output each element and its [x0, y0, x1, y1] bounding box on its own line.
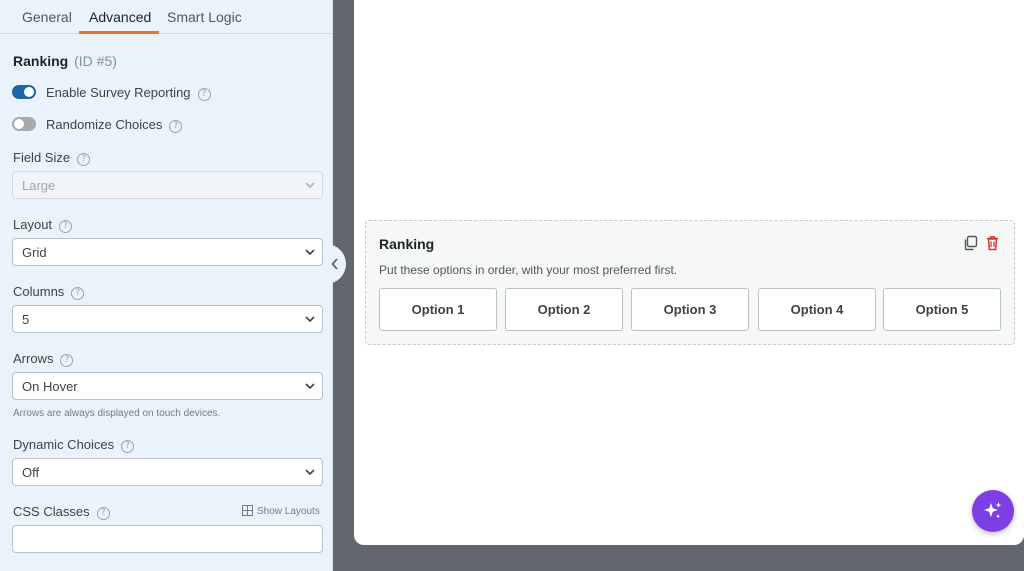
css-classes-label: CSS Classes? — [13, 504, 110, 520]
arrows-select[interactable]: On Hover — [12, 372, 323, 400]
chevron-down-icon — [305, 249, 315, 256]
arrows-value: On Hover — [22, 379, 78, 394]
trash-icon[interactable] — [985, 235, 1000, 251]
ranking-option[interactable]: Option 1 — [379, 288, 497, 331]
field-size-text: Field Size — [13, 150, 71, 165]
sparkle-icon — [984, 502, 1002, 519]
randomize-choices-text: Randomize Choices — [46, 117, 163, 132]
survey-reporting-toggle[interactable] — [12, 85, 36, 99]
chevron-down-icon — [305, 316, 315, 323]
dynamic-choices-label: Dynamic Choices? — [13, 437, 135, 453]
show-layouts-link[interactable]: Show Layouts — [242, 505, 320, 517]
field-size-select: Large — [12, 171, 323, 199]
chevron-left-icon — [331, 258, 338, 270]
tab-smart-logic[interactable]: Smart Logic — [167, 9, 242, 25]
tab-advanced[interactable]: Advanced — [89, 9, 151, 25]
field-size-value: Large — [22, 178, 56, 193]
chevron-down-icon — [305, 469, 315, 476]
ranking-field-preview[interactable]: Ranking Put these options in order, with… — [365, 220, 1015, 345]
randomize-choices-label: Randomize Choices? — [46, 117, 183, 133]
arrows-help-text: Arrows are always displayed on touch dev… — [13, 408, 221, 419]
chevron-down-icon — [305, 383, 315, 390]
active-tab-indicator — [79, 31, 159, 34]
duplicate-icon[interactable] — [963, 235, 978, 251]
dynamic-choices-select[interactable]: Off — [12, 458, 323, 486]
dynamic-choices-text: Dynamic Choices — [13, 437, 115, 452]
help-icon[interactable]: ? — [77, 153, 91, 166]
columns-label: Columns? — [13, 284, 85, 300]
columns-value: 5 — [22, 312, 30, 327]
help-icon[interactable]: ? — [96, 507, 110, 520]
help-icon[interactable]: ? — [169, 120, 183, 133]
columns-text: Columns — [13, 284, 65, 299]
toggle-knob — [14, 119, 24, 129]
field-size-label: Field Size? — [13, 150, 91, 166]
help-icon[interactable]: ? — [71, 287, 85, 300]
field-id: (ID #5) — [74, 53, 117, 69]
field-heading: Ranking (ID #5) — [13, 53, 117, 69]
layout-value: Grid — [22, 245, 47, 260]
layout-select[interactable]: Grid — [12, 238, 323, 266]
field-options-panel: General Advanced Smart Logic Ranking (ID… — [0, 0, 333, 571]
survey-reporting-text: Enable Survey Reporting — [46, 85, 191, 100]
css-classes-text: CSS Classes — [13, 504, 90, 519]
help-icon[interactable]: ? — [197, 88, 211, 101]
ranking-option[interactable]: Option 4 — [758, 288, 876, 331]
options-tabs: General Advanced Smart Logic — [0, 0, 333, 34]
tab-general[interactable]: General — [22, 9, 72, 25]
columns-select[interactable]: 5 — [12, 305, 323, 333]
ranking-option[interactable]: Option 5 — [883, 288, 1001, 331]
chevron-down-icon — [305, 182, 315, 189]
arrows-label: Arrows? — [13, 351, 74, 367]
grid-icon — [242, 505, 253, 516]
show-layouts-text: Show Layouts — [257, 506, 320, 517]
help-icon[interactable]: ? — [59, 220, 73, 233]
ai-assistant-button[interactable] — [972, 490, 1014, 532]
ranking-option[interactable]: Option 3 — [631, 288, 749, 331]
help-icon[interactable]: ? — [60, 354, 74, 367]
layout-text: Layout — [13, 217, 53, 232]
survey-reporting-label: Enable Survey Reporting? — [46, 85, 211, 101]
ranking-option[interactable]: Option 2 — [505, 288, 623, 331]
randomize-choices-toggle[interactable] — [12, 117, 36, 131]
arrows-text: Arrows — [13, 351, 54, 366]
toggle-knob — [24, 87, 34, 97]
preview-field-description: Put these options in order, with your mo… — [379, 263, 678, 277]
field-name: Ranking — [13, 53, 69, 69]
dynamic-choices-value: Off — [22, 465, 40, 480]
css-classes-input[interactable] — [12, 525, 323, 553]
help-icon[interactable]: ? — [121, 440, 135, 453]
layout-label: Layout? — [13, 217, 73, 233]
collapse-panel-button[interactable] — [324, 244, 346, 284]
preview-field-title: Ranking — [379, 236, 435, 252]
